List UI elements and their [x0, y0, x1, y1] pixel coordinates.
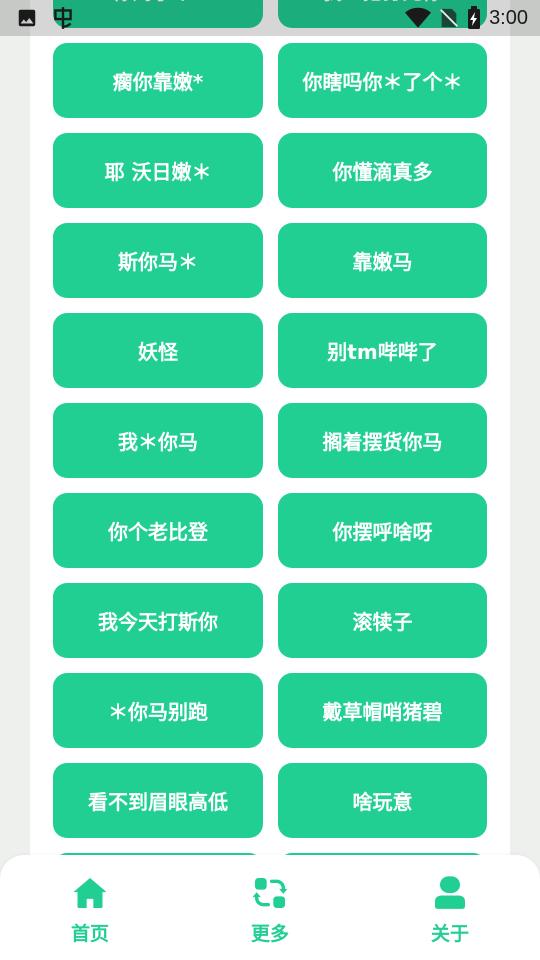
- wifi-icon: [405, 7, 432, 28]
- nav-home-label: 首页: [70, 923, 109, 945]
- nav-about[interactable]: 关于: [360, 855, 540, 960]
- phrase-button[interactable]: 搁着摆货你马: [278, 403, 487, 478]
- bug-icon: [54, 7, 72, 29]
- phrase-grid: 你妈了个*我一把打死你瘸你靠嫩*你瞎吗你＊了个＊耶 沃日嫩＊你懂滴真多斯你马＊靠…: [53, 0, 487, 928]
- phrase-button[interactable]: 我＊你马: [53, 403, 263, 478]
- phrase-button[interactable]: 妖怪: [53, 313, 263, 388]
- phrase-button[interactable]: 耶 沃日嫩＊: [53, 133, 263, 208]
- phrase-button[interactable]: 靠嫩马: [278, 223, 487, 298]
- refresh-icon: [252, 878, 288, 908]
- status-time: 3:00: [489, 6, 528, 29]
- phrase-button[interactable]: 滚犊子: [278, 583, 487, 658]
- nav-about-label: 关于: [430, 923, 469, 945]
- phrase-button[interactable]: 戴草帽哨猪碧: [278, 673, 487, 748]
- phrase-button[interactable]: 别tm哔哔了: [278, 313, 487, 388]
- nav-more-label: 更多: [250, 923, 289, 945]
- phrase-button[interactable]: 我今天打斯你: [53, 583, 263, 658]
- image-icon: [18, 9, 36, 27]
- home-icon: [73, 878, 107, 908]
- nav-more[interactable]: 更多: [180, 855, 360, 960]
- phrase-button[interactable]: 看不到眉眼高低: [53, 763, 263, 838]
- no-sim-icon: [440, 8, 458, 28]
- battery-charging-icon: [468, 6, 481, 29]
- screen: 你妈了个*我一把打死你瘸你靠嫩*你瞎吗你＊了个＊耶 沃日嫩＊你懂滴真多斯你马＊靠…: [0, 0, 540, 960]
- phrase-button[interactable]: 你瞎吗你＊了个＊: [278, 43, 487, 118]
- bottom-navigation: 首页 更多 关于: [0, 855, 540, 960]
- phrase-button[interactable]: 瘸你靠嫩*: [53, 43, 263, 118]
- phrase-button[interactable]: 你个老比登: [53, 493, 263, 568]
- phrase-button[interactable]: 啥玩意: [278, 763, 487, 838]
- phrase-button[interactable]: 斯你马＊: [53, 223, 263, 298]
- phrase-button[interactable]: ＊你马别跑: [53, 673, 263, 748]
- status-bar: 3:00: [0, 0, 540, 36]
- nav-home[interactable]: 首页: [0, 855, 180, 960]
- phrase-button[interactable]: 你懂滴真多: [278, 133, 487, 208]
- user-icon: [435, 876, 465, 909]
- phrase-button[interactable]: 你摆呼啥呀: [278, 493, 487, 568]
